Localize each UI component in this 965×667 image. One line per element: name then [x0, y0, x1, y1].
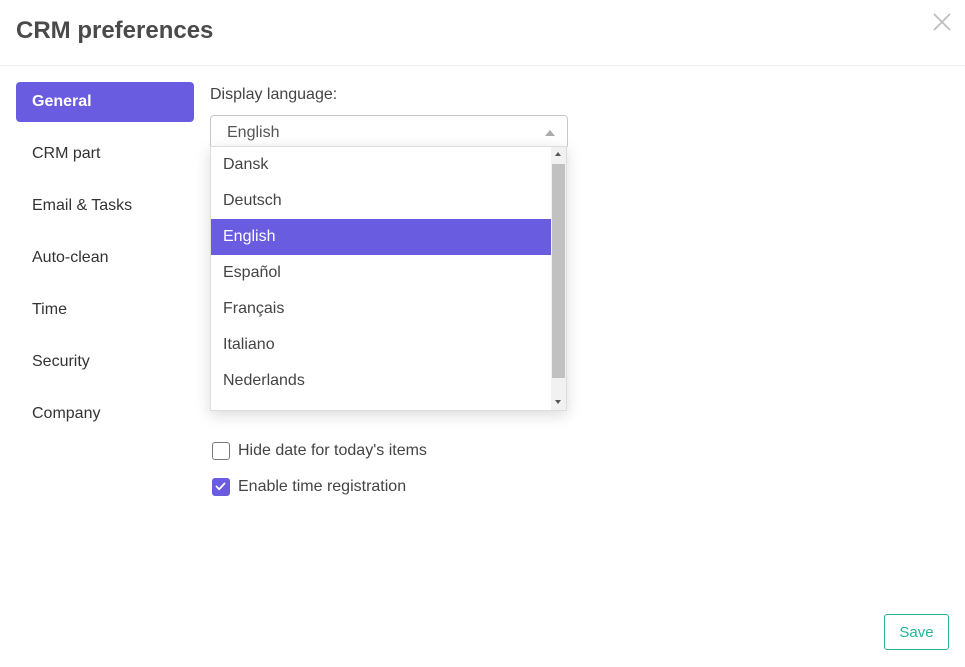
save-button[interactable]: Save — [884, 614, 949, 650]
enable-time-label: Enable time registration — [238, 478, 407, 495]
sidebar-item-security[interactable]: Security — [16, 342, 194, 382]
sidebar-item-label: Company — [32, 405, 101, 422]
sidebar-item-time[interactable]: Time — [16, 290, 194, 330]
chevron-up-icon — [545, 130, 555, 136]
display-language-value: English — [227, 124, 280, 141]
sidebar-item-label: General — [32, 93, 92, 110]
language-option-espanol[interactable]: Español — [211, 255, 551, 291]
modal-header: CRM preferences — [0, 0, 965, 66]
language-option-english[interactable]: English — [211, 219, 551, 255]
modal-title: CRM preferences — [16, 17, 214, 44]
sidebar-nav: General CRM part Email & Tasks Auto-clea… — [16, 82, 194, 446]
language-option-italiano[interactable]: Italiano — [211, 327, 551, 363]
hide-date-checkbox[interactable] — [212, 442, 230, 460]
sidebar-item-label: CRM part — [32, 145, 101, 162]
sidebar-item-label: Auto-clean — [32, 249, 109, 266]
display-language-select[interactable]: English — [210, 115, 568, 149]
crm-preferences-modal: CRM preferences General CRM part Email &… — [0, 0, 965, 667]
language-dropdown-list: Dansk Deutsch English Español Français I… — [210, 146, 567, 411]
language-option-label: English — [223, 228, 276, 245]
sidebar-item-auto-clean[interactable]: Auto-clean — [16, 238, 194, 278]
display-language-label: Display language: — [210, 86, 338, 103]
scroll-thumb[interactable] — [552, 164, 565, 378]
language-option-label: Dansk — [223, 156, 269, 173]
sidebar-item-crm-part[interactable]: CRM part — [16, 134, 194, 174]
enable-time-checkbox[interactable] — [212, 478, 230, 496]
language-option-label: Deutsch — [223, 192, 282, 209]
dropdown-scrollbar[interactable] — [551, 147, 566, 410]
language-option-dansk[interactable]: Dansk — [211, 147, 551, 183]
sidebar-item-company[interactable]: Company — [16, 394, 194, 434]
language-option-label: Italiano — [223, 336, 275, 353]
language-option-label: Français — [223, 300, 285, 317]
language-options: Dansk Deutsch English Español Français I… — [211, 147, 551, 399]
scroll-up-icon[interactable] — [555, 152, 561, 156]
sidebar-item-label: Email & Tasks — [32, 197, 133, 214]
check-icon — [215, 482, 226, 491]
language-option-francais[interactable]: Français — [211, 291, 551, 327]
sidebar-item-email-tasks[interactable]: Email & Tasks — [16, 186, 194, 226]
language-option-nederlands[interactable]: Nederlands — [211, 363, 551, 399]
language-option-deutsch[interactable]: Deutsch — [211, 183, 551, 219]
scroll-down-icon[interactable] — [555, 400, 561, 404]
language-option-label: Español — [223, 264, 281, 281]
sidebar-item-label: Security — [32, 353, 90, 370]
close-icon — [933, 13, 951, 31]
language-option-label: Nederlands — [223, 372, 305, 389]
sidebar-item-label: Time — [32, 301, 67, 318]
close-button[interactable] — [930, 10, 954, 34]
sidebar-item-general[interactable]: General — [16, 82, 194, 122]
hide-date-label: Hide date for today's items — [238, 442, 427, 459]
